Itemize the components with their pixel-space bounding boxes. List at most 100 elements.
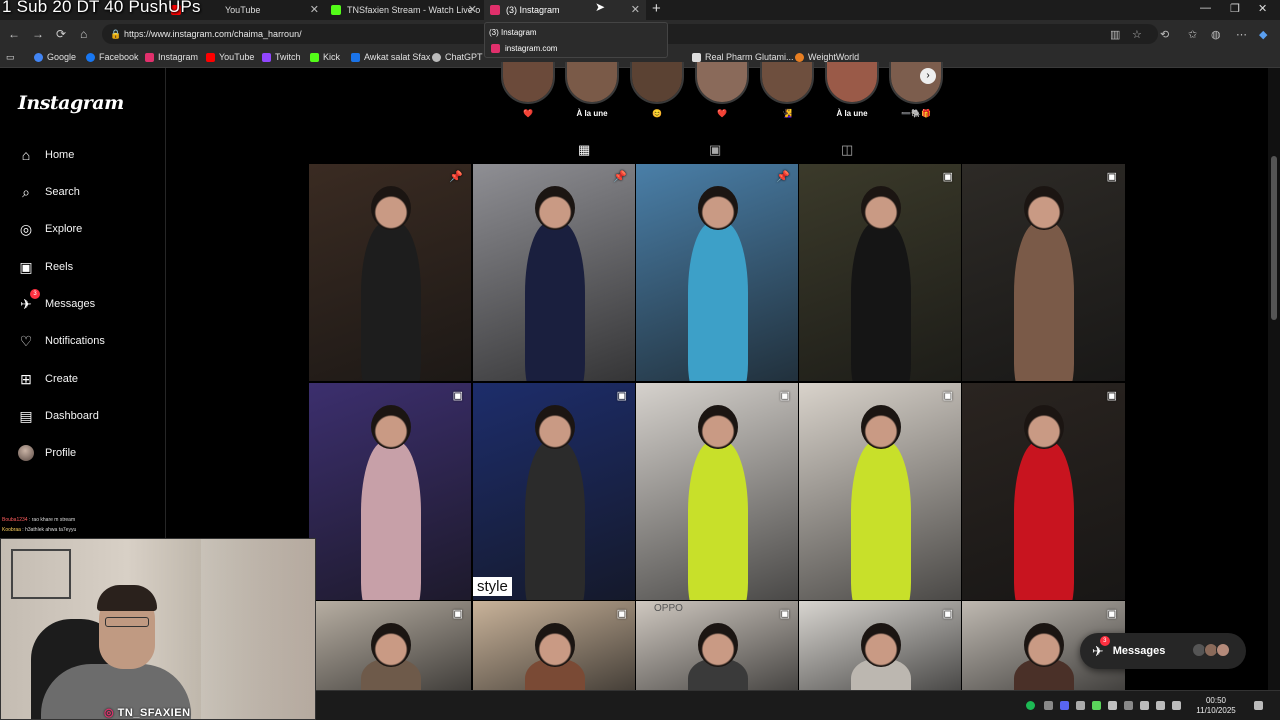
post-thumbnail[interactable]: 📌 — [309, 164, 471, 381]
bookmark-real-pharm[interactable]: Real Pharm Glutami... — [692, 52, 794, 62]
nvidia-icon[interactable] — [1092, 701, 1101, 710]
plus-square-icon: ⊞ — [20, 370, 32, 387]
highlight-thumbnail — [760, 62, 814, 104]
nav-reels[interactable]: ▣ Reels — [18, 256, 73, 278]
network-icon[interactable] — [1140, 701, 1149, 710]
nav-search[interactable]: ⌕ Search — [18, 181, 80, 203]
post-thumbnail[interactable]: ▣ — [799, 383, 961, 600]
story-highlight[interactable]: ❤️ — [694, 62, 750, 118]
bookmark-youtube[interactable]: YouTube — [206, 52, 254, 62]
taskbar-clock[interactable]: 00:50 11/10/2025 — [1196, 696, 1236, 716]
bookmarks-menu-icon[interactable]: ▭ — [6, 52, 15, 63]
post-thumbnail[interactable]: ▣ — [962, 164, 1125, 381]
nav-explore[interactable]: ◎ Explore — [18, 218, 82, 240]
bookmark-chatgpt[interactable]: ChatGPT — [432, 52, 483, 62]
nav-profile[interactable]: Profile — [18, 442, 76, 464]
bookmark-facebook[interactable]: Facebook — [86, 52, 139, 62]
new-tab-button[interactable]: + — [652, 0, 661, 17]
maximize-button[interactable]: ❐ — [1230, 2, 1240, 15]
highlight-thumbnail — [501, 62, 555, 104]
story-highlight[interactable]: 😊 — [629, 62, 685, 118]
extensions-icon[interactable]: ⟲ — [1160, 28, 1169, 41]
post-figure-head — [1024, 186, 1064, 230]
post-thumbnail[interactable]: 📌 — [636, 164, 798, 381]
back-arrow-icon[interactable]: ← — [8, 27, 20, 41]
story-highlight[interactable]: À la une — [564, 62, 620, 118]
bookmark-twitch[interactable]: Twitch — [262, 52, 301, 62]
notifications-center-icon[interactable] — [1254, 701, 1263, 710]
security-icon[interactable] — [1124, 701, 1133, 710]
reload-icon[interactable]: ⟳ — [56, 27, 66, 41]
post-thumbnail[interactable]: ▣ — [473, 601, 635, 690]
close-tab-icon[interactable]: ✕ — [468, 3, 477, 16]
story-highlight[interactable]: ❤️ — [500, 62, 556, 118]
more-menu-icon[interactable]: ⋯ — [1236, 28, 1247, 41]
posts-grid: 📌 📌 📌 ▣ ▣ ▣ ▣ style ▣ ▣ ▣ ▣ ▣ ▣ OPPO ▣ ▣ — [309, 164, 1125, 690]
post-thumbnail[interactable]: ▣ — [309, 601, 471, 690]
posts-grid-tab-icon[interactable]: ▦ — [578, 142, 590, 158]
instagram-logo[interactable]: Instagram — [18, 92, 124, 114]
url-text: https://www.instagram.com/chaima_harroun… — [124, 29, 302, 39]
tagged-tab-icon[interactable]: ◫ — [841, 142, 853, 158]
app-tray-icon[interactable] — [1044, 701, 1053, 710]
messages-floating-button[interactable]: ✈ 3 Messages — [1080, 633, 1246, 669]
browser-tab-instagram[interactable]: (3) Instagram ✕ — [484, 0, 646, 20]
copilot-icon[interactable]: ◆ — [1259, 28, 1267, 41]
tab-label: (3) Instagram — [506, 5, 560, 15]
bookmark-label: ChatGPT — [445, 52, 483, 62]
nav-label: Search — [45, 186, 80, 198]
profile-icon[interactable]: ◍ — [1211, 28, 1221, 41]
kick-favicon-icon — [331, 5, 341, 15]
bookmark-google[interactable]: Google — [34, 52, 76, 62]
reader-view-icon[interactable]: ▥ — [1110, 28, 1120, 41]
discord-icon[interactable] — [1060, 701, 1069, 710]
search-icon: ⌕ — [22, 183, 30, 200]
bookmark-awkat-salat[interactable]: Awkat salat Sfax — [351, 52, 430, 62]
nav-dashboard[interactable]: ▤ Dashboard — [18, 405, 98, 427]
favorites-icon[interactable]: ✩ — [1188, 28, 1197, 41]
post-thumbnail[interactable]: ▣ — [799, 601, 961, 690]
reels-tab-icon[interactable]: ▣ — [709, 142, 721, 158]
favorite-star-icon[interactable]: ☆ — [1132, 28, 1142, 41]
obs-icon[interactable] — [1108, 701, 1117, 710]
pin-icon: 📌 — [613, 171, 627, 183]
highlight-label: 🧏‍♀️ — [782, 109, 792, 118]
post-thumbnail[interactable]: ▣ OPPO — [636, 601, 798, 690]
bookmark-instagram[interactable]: Instagram — [145, 52, 198, 62]
highlights-next-chevron-icon[interactable]: › — [920, 68, 936, 84]
close-tab-icon[interactable]: ✕ — [310, 3, 319, 16]
close-window-button[interactable]: ✕ — [1258, 2, 1267, 15]
close-tab-icon[interactable]: ✕ — [631, 3, 640, 16]
nav-notifications[interactable]: ♡ Notifications — [18, 330, 105, 352]
forward-arrow-icon[interactable]: → — [32, 27, 44, 41]
minimize-button[interactable]: — — [1200, 2, 1211, 14]
post-thumbnail[interactable]: ▣ style — [473, 383, 635, 600]
post-thumbnail[interactable]: 📌 — [473, 164, 635, 381]
post-thumbnail[interactable]: ▣ — [799, 164, 961, 381]
story-highlight[interactable]: À la une — [824, 62, 880, 118]
spotify-icon[interactable] — [1026, 701, 1035, 710]
post-figure — [525, 222, 585, 381]
battery-icon[interactable] — [1172, 701, 1181, 710]
page-scrollbar[interactable] — [1268, 68, 1280, 690]
nav-home[interactable]: ⌂ Home — [18, 144, 75, 166]
speaker-icon[interactable] — [1156, 701, 1165, 710]
bookmark-kick[interactable]: Kick — [310, 52, 340, 62]
nav-create[interactable]: ⊞ Create — [18, 368, 78, 390]
messenger-icon: ✈ 3 — [18, 289, 40, 312]
bookmark-weightworld[interactable]: WeightWorld — [795, 52, 859, 62]
post-thumbnail[interactable]: ▣ — [309, 383, 471, 600]
bookmark-label: YouTube — [219, 52, 255, 62]
scrollbar-thumb[interactable] — [1271, 156, 1277, 320]
post-thumbnail[interactable]: ▣ — [636, 383, 798, 600]
home-button-icon[interactable]: ⌂ — [80, 27, 87, 41]
nav-messages[interactable]: ✈ 3 Messages — [18, 289, 95, 315]
story-highlight[interactable]: 🧏‍♀️ — [759, 62, 815, 118]
tray-chevron-icon[interactable] — [1076, 701, 1085, 710]
post-thumbnail[interactable]: ▣ — [962, 383, 1125, 600]
post-figure-head — [698, 186, 738, 230]
post-figure-head — [698, 405, 738, 449]
browser-tab-kick[interactable]: TNSfaxien Stream - Watch Live o ✕ — [325, 0, 483, 20]
story-highlight[interactable]: ➖🐘🎁 — [888, 62, 944, 118]
chat-message: Bouba1234 : rao khare m stream — [2, 517, 76, 523]
